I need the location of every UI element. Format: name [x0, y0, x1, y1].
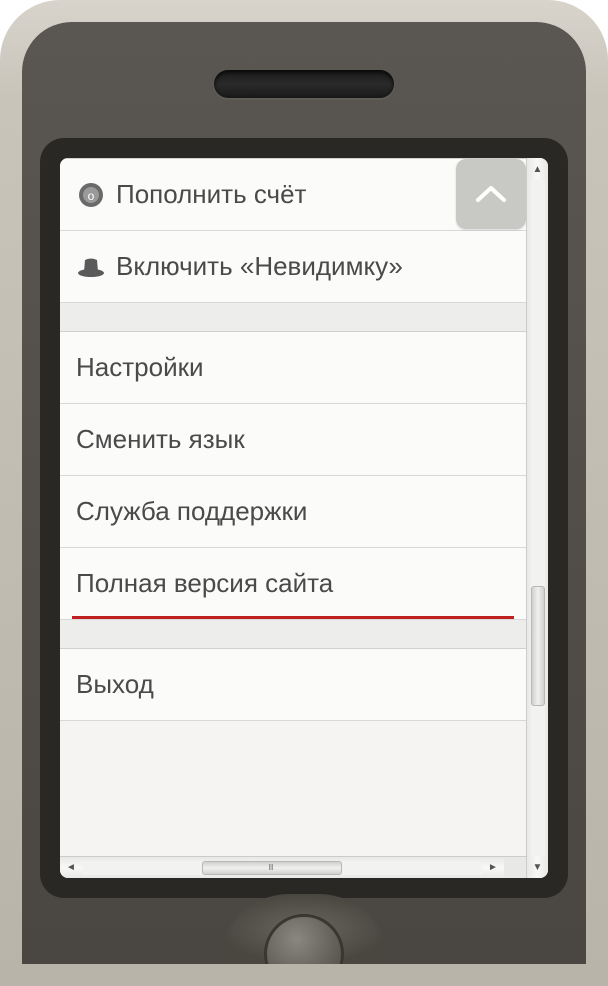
svg-text:o: o [88, 189, 95, 203]
menu-item-exit[interactable]: Выход [60, 648, 526, 721]
menu-item-label: Служба поддержки [76, 496, 510, 527]
scroll-right-arrow[interactable]: ► [482, 857, 504, 878]
coin-icon: o [76, 180, 106, 210]
collapse-button[interactable] [456, 159, 526, 229]
dpad-center [264, 914, 344, 964]
group-spacer [60, 620, 526, 648]
content-area: o Пополнить счёт [60, 158, 526, 878]
screen: o Пополнить счёт [60, 158, 548, 878]
menu-item-support[interactable]: Служба поддержки [60, 476, 526, 548]
content-fill [60, 721, 526, 856]
scroll-down-arrow[interactable]: ▼ [527, 856, 548, 878]
menu-item-language[interactable]: Сменить язык [60, 404, 526, 476]
earpiece [214, 70, 394, 98]
menu-item-topup[interactable]: o Пополнить счёт [60, 158, 526, 231]
screen-frame: o Пополнить счёт [40, 138, 568, 898]
hscroll-track[interactable]: Ⅲ [82, 861, 482, 875]
group-spacer [60, 303, 526, 331]
scroll-corner [504, 857, 526, 879]
menu-item-invisible[interactable]: Включить «Невидимку» [60, 231, 526, 303]
vertical-scrollbar[interactable]: ▲ ▼ [526, 158, 548, 878]
hat-icon [76, 252, 106, 282]
menu-item-label: Выход [76, 669, 510, 700]
menu-item-label: Пополнить счёт [116, 179, 446, 210]
dpad [219, 894, 389, 964]
vscroll-thumb[interactable] [531, 586, 545, 706]
menu-item-label: Полная версия сайта [76, 568, 510, 599]
scroll-left-arrow[interactable]: ◄ [60, 857, 82, 878]
menu-item-fullsite[interactable]: Полная версия сайта [60, 548, 526, 620]
scroll-up-arrow[interactable]: ▲ [527, 158, 548, 180]
menu-item-label: Сменить язык [76, 424, 510, 455]
menu-item-label: Настройки [76, 352, 510, 383]
horizontal-scrollbar[interactable]: ◄ Ⅲ ► [60, 856, 526, 878]
phone-inner: o Пополнить счёт [22, 22, 586, 964]
vscroll-track[interactable] [531, 180, 545, 856]
menu-item-settings[interactable]: Настройки [60, 331, 526, 404]
phone-frame: o Пополнить счёт [0, 0, 608, 986]
hardware-buttons [22, 894, 586, 964]
chevron-up-icon [474, 184, 508, 204]
hscroll-thumb[interactable]: Ⅲ [202, 861, 342, 875]
menu-item-label: Включить «Невидимку» [116, 251, 510, 282]
